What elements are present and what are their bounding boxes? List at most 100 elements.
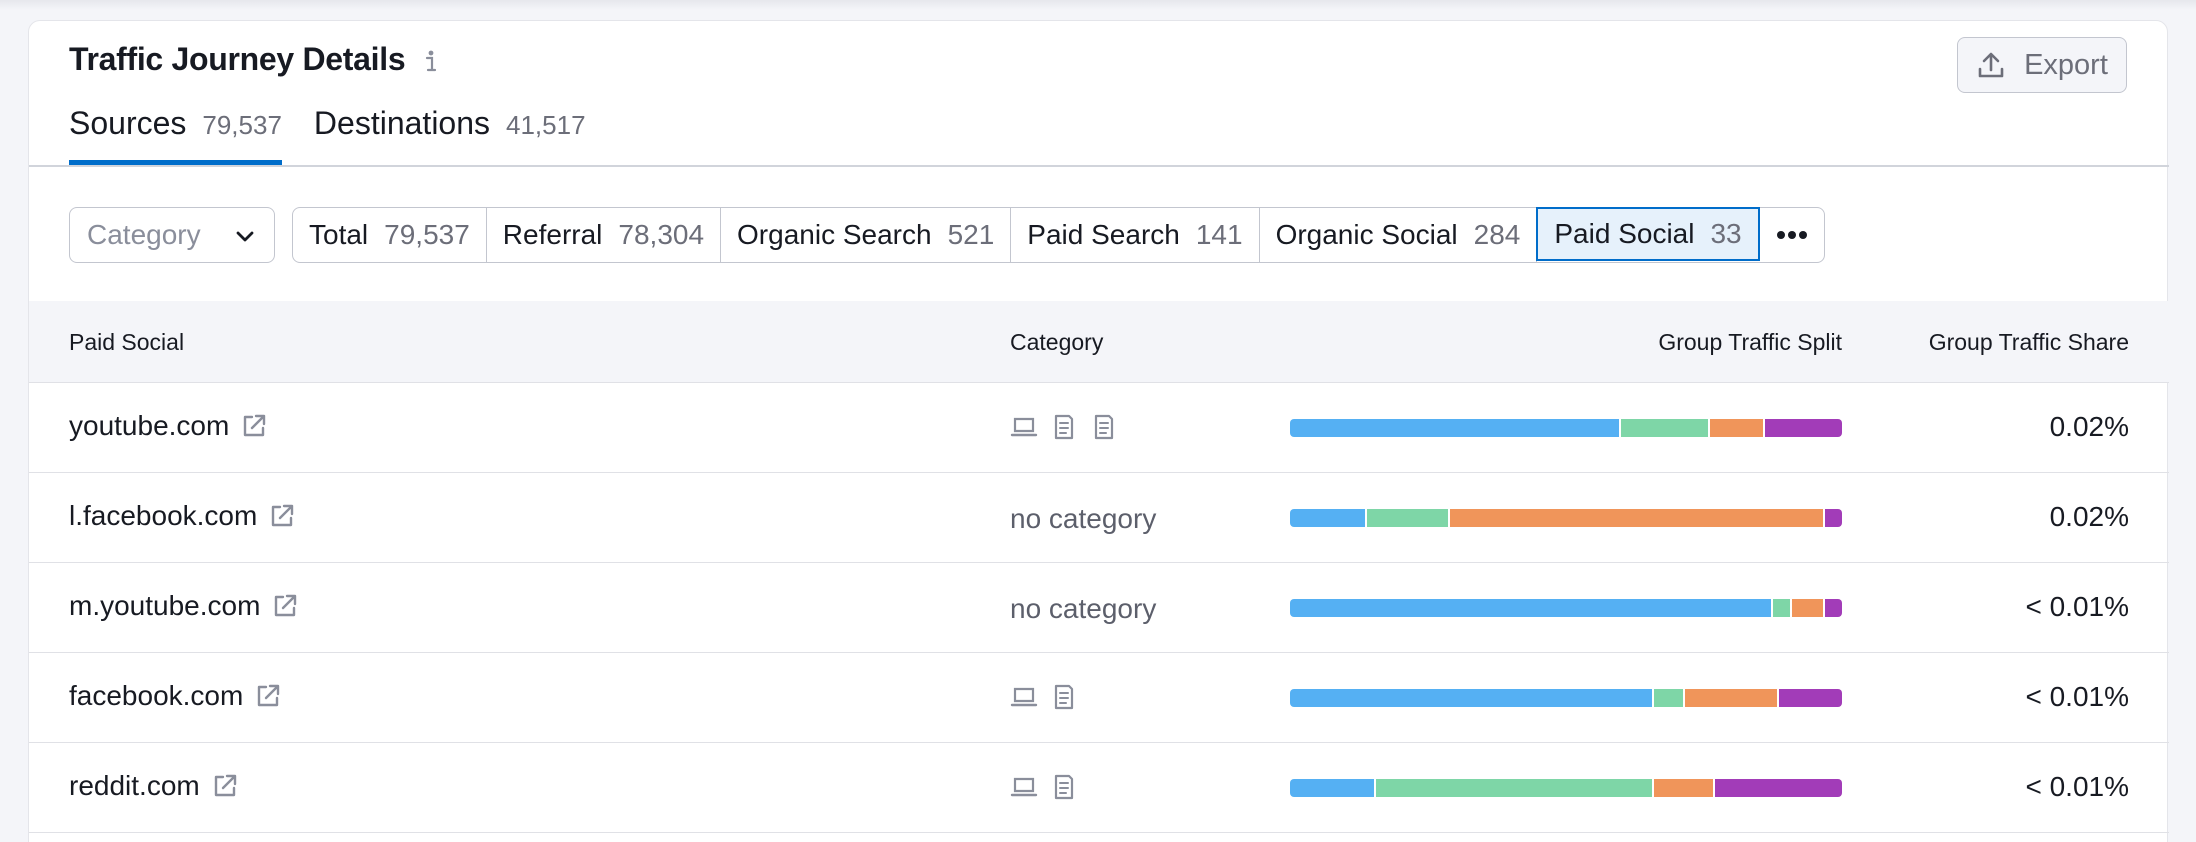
laptop-icon bbox=[1010, 777, 1038, 797]
traffic-type-segments: Total 79,537 Referral 78,304 Organic Sea… bbox=[292, 207, 1825, 263]
tab-count: 41,517 bbox=[506, 110, 586, 140]
source-domain: reddit.com bbox=[69, 770, 200, 801]
segment-referral[interactable]: Referral 78,304 bbox=[487, 208, 722, 262]
traffic-split-segment bbox=[1764, 419, 1842, 437]
card-title: Traffic Journey Details bbox=[69, 41, 406, 77]
traffic-split-bar[interactable] bbox=[1290, 509, 1842, 527]
category-cell bbox=[1010, 773, 1090, 801]
segment-label: Organic Search bbox=[737, 219, 932, 250]
traffic-split-segment bbox=[1375, 779, 1655, 797]
traffic-split-segment bbox=[1450, 509, 1826, 527]
traffic-split-segment bbox=[1290, 599, 1773, 617]
page-top-shadow bbox=[0, 0, 2196, 10]
external-link-icon[interactable] bbox=[253, 681, 283, 711]
traffic-split-segment bbox=[1778, 689, 1842, 707]
traffic-split-segment bbox=[1654, 779, 1716, 797]
traffic-share-value: 0.02% bbox=[2049, 411, 2129, 442]
tabs-divider bbox=[29, 165, 2169, 167]
segment-label: Referral bbox=[502, 219, 603, 250]
column-header-source[interactable]: Paid Social bbox=[69, 329, 184, 356]
chevron-down-icon bbox=[236, 231, 254, 242]
external-link-icon[interactable] bbox=[267, 501, 297, 531]
traffic-split-bar[interactable] bbox=[1290, 779, 1842, 797]
traffic-split-segment bbox=[1684, 689, 1779, 707]
column-header-category[interactable]: Category bbox=[1010, 329, 1103, 356]
segment-organic-social[interactable]: Organic Social 284 bbox=[1260, 208, 1538, 262]
source-domain-link[interactable]: youtube.com bbox=[69, 410, 269, 442]
traffic-split-segment bbox=[1290, 419, 1622, 437]
external-link-icon[interactable] bbox=[210, 771, 240, 801]
traffic-split-segment bbox=[1654, 689, 1685, 707]
segment-count: 141 bbox=[1195, 219, 1243, 250]
category-text: no category bbox=[1010, 503, 1157, 534]
traffic-split-segment bbox=[1773, 599, 1793, 617]
source-domain: l.facebook.com bbox=[69, 500, 258, 531]
traffic-split-bar[interactable] bbox=[1290, 689, 1842, 707]
card-header: Traffic Journey Details bbox=[69, 41, 439, 78]
export-label: Export bbox=[2024, 48, 2108, 81]
category-cell: no category bbox=[1010, 593, 1156, 625]
traffic-split-bar[interactable] bbox=[1290, 599, 1842, 617]
segment-count: 33 bbox=[1710, 218, 1742, 249]
info-icon[interactable] bbox=[421, 45, 439, 75]
traffic-journey-card: Traffic Journey Details Export Sources 7… bbox=[28, 20, 2169, 842]
tab-count: 79,537 bbox=[202, 110, 282, 140]
traffic-share-value: < 0.01% bbox=[2025, 771, 2129, 802]
traffic-split-segment bbox=[1792, 599, 1826, 617]
category-cell bbox=[1010, 413, 1130, 441]
segment-count: 79,537 bbox=[384, 219, 470, 250]
traffic-split-segment bbox=[1290, 509, 1368, 527]
source-domain-link[interactable]: m.youtube.com bbox=[69, 590, 300, 622]
table-row: reddit.com < 0.01% bbox=[29, 743, 2169, 833]
traffic-split-segment bbox=[1709, 419, 1765, 437]
category-text: no category bbox=[1010, 593, 1157, 624]
external-link-icon[interactable] bbox=[270, 591, 300, 621]
segment-count: 78,304 bbox=[618, 219, 705, 250]
column-header-traffic-split[interactable]: Group Traffic Split bbox=[1658, 329, 1842, 356]
segment-paid-social[interactable]: Paid Social 33 bbox=[1536, 207, 1760, 261]
source-domain-link[interactable]: facebook.com bbox=[69, 680, 283, 712]
document-icon bbox=[1054, 414, 1074, 440]
table-row: facebook.com < 0.01% bbox=[29, 653, 2169, 743]
category-select[interactable]: Category bbox=[69, 207, 275, 263]
tab-sources[interactable]: Sources 79,537 bbox=[69, 105, 282, 165]
more-dots-icon bbox=[1776, 231, 1807, 239]
category-cell bbox=[1010, 683, 1090, 711]
traffic-split-segment bbox=[1621, 419, 1710, 437]
source-domain-link[interactable]: reddit.com bbox=[69, 770, 240, 802]
document-icon bbox=[1054, 774, 1074, 800]
external-link-icon[interactable] bbox=[239, 411, 269, 441]
source-domain-link[interactable]: l.facebook.com bbox=[69, 500, 297, 532]
source-domain: m.youtube.com bbox=[69, 590, 261, 621]
upload-icon bbox=[1978, 52, 2004, 78]
tab-label: Sources bbox=[69, 105, 187, 141]
tab-destinations[interactable]: Destinations 41,517 bbox=[314, 105, 586, 162]
traffic-share-value: 0.02% bbox=[2049, 501, 2129, 532]
table-header: Paid Social Category Group Traffic Split… bbox=[29, 301, 2169, 383]
traffic-split-segment bbox=[1825, 509, 1842, 527]
column-header-traffic-share[interactable]: Group Traffic Share bbox=[1929, 329, 2129, 356]
traffic-split-bar[interactable] bbox=[1290, 419, 1842, 437]
document-icon bbox=[1054, 684, 1074, 710]
segment-label: Paid Social bbox=[1554, 218, 1695, 249]
segment-label: Total bbox=[309, 219, 369, 250]
category-cell: no category bbox=[1010, 503, 1156, 535]
segment-label: Paid Search bbox=[1027, 219, 1180, 250]
traffic-split-segment bbox=[1290, 689, 1655, 707]
segment-total[interactable]: Total 79,537 bbox=[293, 208, 487, 262]
tab-label: Destinations bbox=[313, 105, 491, 141]
table-row: l.facebook.com no category 0.02% bbox=[29, 473, 2169, 563]
traffic-split-segment bbox=[1290, 779, 1376, 797]
segment-organic-search[interactable]: Organic Search 521 bbox=[721, 208, 1012, 262]
tabs: Sources 79,537 Destinations 41,517 bbox=[69, 105, 618, 165]
traffic-split-segment bbox=[1367, 509, 1451, 527]
category-placeholder: Category bbox=[87, 219, 201, 250]
table-row: m.youtube.com no category < 0.01% bbox=[29, 563, 2169, 653]
export-button[interactable]: Export bbox=[1957, 37, 2127, 93]
table-row: youtube.com 0.02% bbox=[29, 383, 2169, 473]
traffic-split-segment bbox=[1715, 779, 1842, 797]
segment-paid-search[interactable]: Paid Search 141 bbox=[1011, 208, 1260, 262]
laptop-icon bbox=[1010, 417, 1038, 437]
traffic-share-value: < 0.01% bbox=[2025, 681, 2129, 712]
more-segments-button[interactable] bbox=[1760, 208, 1824, 262]
